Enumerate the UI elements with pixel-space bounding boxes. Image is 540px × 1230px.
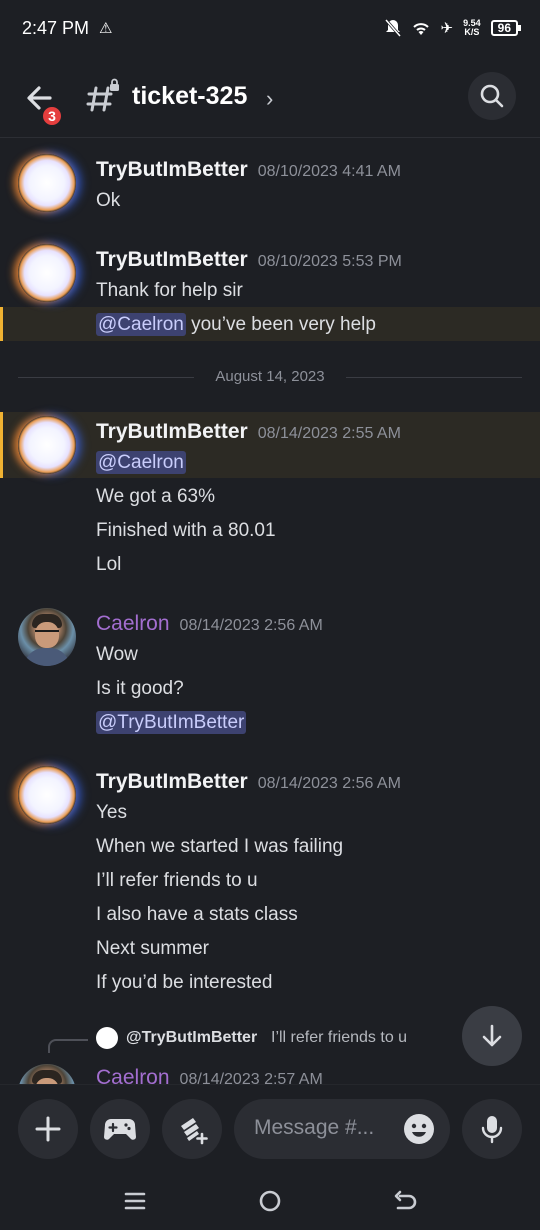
message-text: We got a 63% (96, 486, 216, 507)
user-mention[interactable]: @Caelron (96, 313, 186, 336)
activities-button[interactable] (90, 1099, 150, 1159)
reply-reference[interactable]: @TryButImBetter I’ll refer friends to u (0, 1026, 540, 1053)
message[interactable]: TryButImBetter 08/14/2023 2:55 AM @Caelro… (0, 412, 540, 582)
avatar-shirt (24, 648, 70, 666)
add-attachment-button[interactable] (18, 1099, 78, 1159)
reply-spine (48, 1039, 88, 1053)
message-timestamp: 08/14/2023 2:56 AM (257, 775, 401, 792)
message-text: @Caelron you’ve been very help (96, 313, 376, 336)
channel-hash-lock-icon (86, 78, 119, 112)
message-input-placeholder: Message #... (254, 1116, 375, 1139)
message-text: Ok (96, 190, 121, 211)
message-text: I’ll refer friends to u (96, 870, 258, 891)
author-name[interactable]: TryButImBetter (96, 158, 248, 181)
chevron-right-icon[interactable]: › (266, 86, 273, 112)
message[interactable]: Caelron 08/14/2023 2:57 AM (0, 1060, 540, 1084)
message-header: TryButImBetter 08/14/2023 2:55 AM (96, 420, 401, 444)
warning-icon: ⚠ (99, 20, 113, 37)
avatar[interactable] (18, 154, 76, 212)
author-name[interactable]: TryButImBetter (96, 770, 248, 793)
message-text: Finished with a 80.01 (96, 520, 276, 541)
wifi-icon (412, 23, 429, 35)
message-header: TryButImBetter 08/10/2023 4:41 AM (96, 158, 401, 182)
airplane-icon: ✈ (440, 20, 454, 37)
reply-avatar (96, 1027, 118, 1049)
channel-header: 3 ticket-325 › (0, 56, 540, 138)
message[interactable]: TryButImBetter 08/10/2023 5:53 PM Thank f… (0, 240, 540, 340)
user-mention[interactable]: @Caelron (96, 451, 186, 474)
status-time: 2:47 PM (22, 17, 90, 38)
user-mention[interactable]: @TryButImBetter (96, 711, 247, 734)
recents-icon[interactable] (122, 1188, 148, 1214)
message-text: When we started I was failing (96, 836, 344, 857)
avatar[interactable] (18, 416, 76, 474)
message-text: Yes (96, 802, 127, 823)
message-input[interactable]: Message #... (234, 1099, 450, 1159)
divider-rule-right (346, 377, 522, 378)
avatar[interactable] (18, 244, 76, 302)
channel-title[interactable]: ticket-325 (132, 82, 247, 111)
message-header: Caelron 08/14/2023 2:56 AM (96, 612, 323, 636)
jump-to-present-button[interactable] (462, 1006, 522, 1066)
author-name[interactable]: Caelron (96, 612, 170, 635)
message-text: Is it good? (96, 678, 184, 699)
message-text: Thank for help sir (96, 280, 243, 301)
gamepad-icon (104, 1119, 136, 1140)
message-header: TryButImBetter 08/14/2023 2:56 AM (96, 770, 401, 794)
speed-unit: K/S (464, 27, 480, 37)
message-text: Wow (96, 644, 138, 665)
back-nav-icon[interactable] (392, 1188, 418, 1214)
network-speed: 9.54 K/S (463, 19, 481, 37)
microphone-icon (481, 1116, 503, 1144)
reply-excerpt: I’ll refer friends to u (271, 1029, 408, 1046)
unread-badge: 3 (40, 104, 64, 128)
message-header: TryButImBetter 08/10/2023 5:53 PM (96, 248, 402, 272)
notifications-off-icon (384, 19, 401, 37)
message-composer: Message #... (0, 1084, 540, 1170)
author-name[interactable]: TryButImBetter (96, 248, 248, 271)
message-text: @TryButImBetter (96, 711, 247, 734)
avatar-glasses (35, 630, 59, 636)
avatar[interactable] (18, 1064, 76, 1084)
author-name[interactable]: Caelron (96, 1066, 170, 1084)
system-navigation-bar (0, 1170, 540, 1230)
message-timestamp: 08/10/2023 4:41 AM (257, 163, 401, 180)
plus-icon (35, 1116, 61, 1142)
home-icon[interactable] (257, 1188, 283, 1214)
message-text: If you’d be interested (96, 972, 273, 993)
message-header: Caelron 08/14/2023 2:57 AM (96, 1066, 323, 1084)
message-timestamp: 08/10/2023 5:53 PM (257, 253, 402, 270)
voice-message-button[interactable] (462, 1099, 522, 1159)
arrow-down-icon (482, 1024, 502, 1047)
message-text-tail: you’ve been very help (185, 314, 376, 335)
message[interactable]: TryButImBetter 08/14/2023 2:56 AM Yes Whe… (0, 762, 540, 1002)
author-name[interactable]: TryButImBetter (96, 420, 248, 443)
battery-indicator: 96 (490, 20, 522, 36)
date-divider: August 14, 2023 (18, 366, 522, 390)
status-icons: ✈ 9.54 K/S 96 (384, 19, 522, 37)
search-button[interactable] (468, 72, 516, 120)
reply-author: @TryButImBetter (126, 1029, 258, 1046)
avatar[interactable] (18, 766, 76, 824)
message-text: @Caelron (96, 451, 186, 474)
apps-button[interactable] (162, 1099, 222, 1159)
message-timestamp: 08/14/2023 2:56 AM (179, 617, 323, 634)
search-icon (480, 84, 504, 108)
slash-commands-icon (181, 1118, 208, 1145)
status-bar: 2:47 PM ⚠ ✈ 9.54 K/S 96 (0, 0, 540, 56)
message-text: Next summer (96, 938, 209, 959)
emoji-icon[interactable] (402, 1112, 436, 1146)
message[interactable]: Caelron 08/14/2023 2:56 AM Wow Is it good… (0, 604, 540, 744)
message-text: Lol (96, 554, 122, 575)
avatar[interactable] (18, 608, 76, 666)
message-timestamp: 08/14/2023 2:55 AM (257, 425, 401, 442)
message-timestamp: 08/14/2023 2:57 AM (179, 1071, 323, 1084)
message-text: I also have a stats class (96, 904, 298, 925)
message[interactable]: TryButImBetter 08/10/2023 4:41 AM Ok (0, 150, 540, 220)
